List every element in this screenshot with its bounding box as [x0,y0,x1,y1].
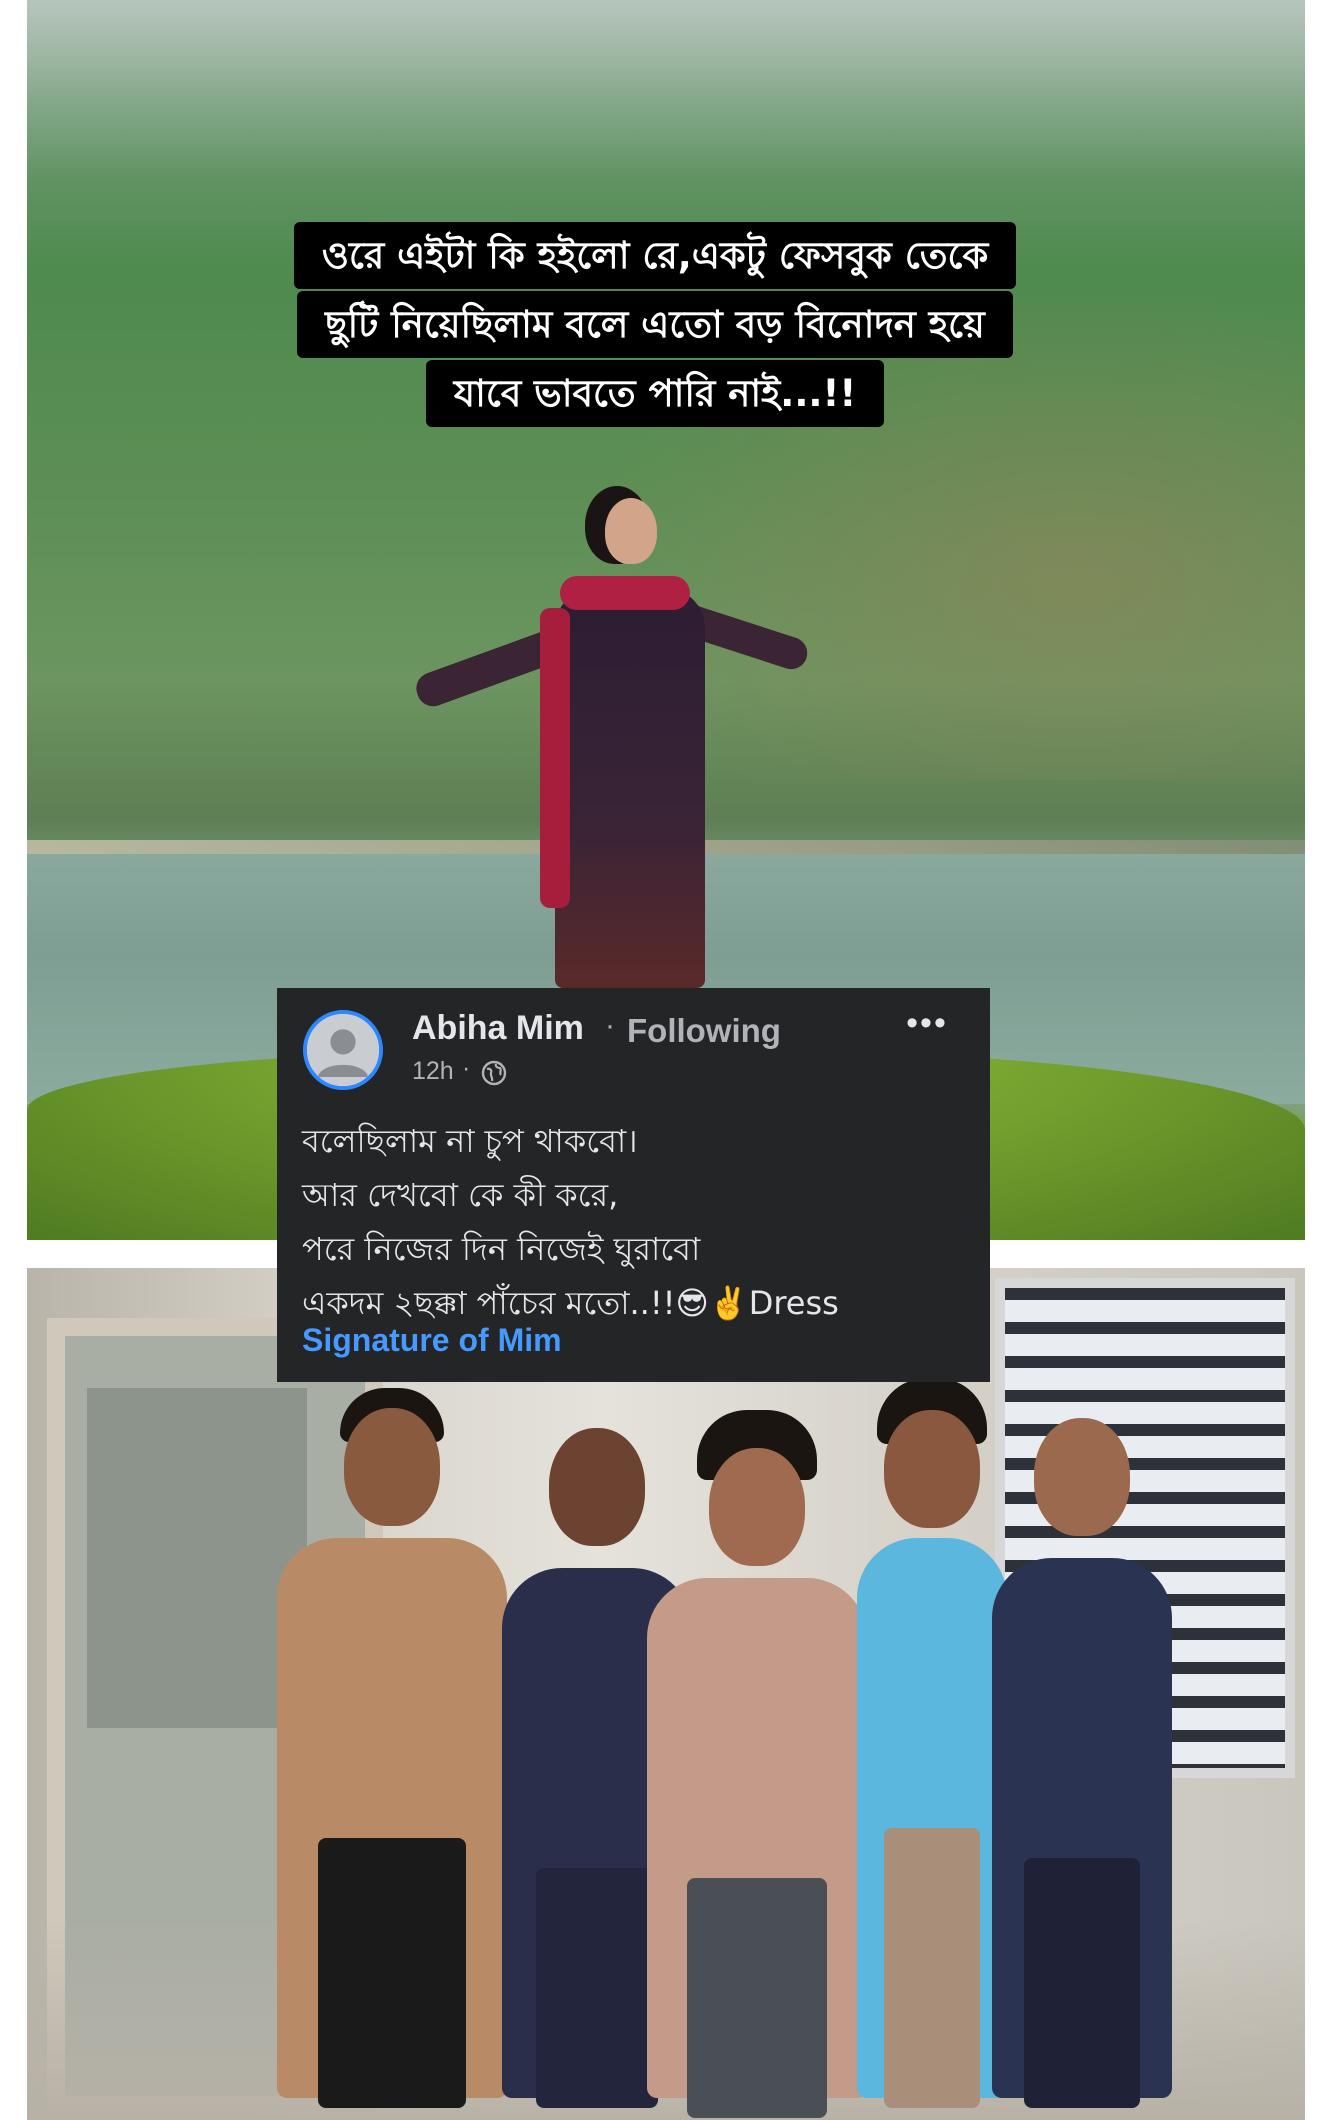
globe-icon [481,1060,507,1086]
facebook-post-card: Abiha Mim · Following 12h · ••• বলেছিলাম… [277,988,990,1382]
post-body-line-1: বলেছিলাম না চুপ থাকবো। [302,1122,638,1160]
person-blue-jersey [857,1378,1007,2108]
person-left-head [344,1408,440,1526]
person-center-head [709,1448,805,1566]
more-options-icon[interactable]: ••• [900,1006,954,1044]
woman-dress [555,588,705,988]
woman-figure [405,498,825,998]
person-left-legs [318,1838,466,2108]
avatar[interactable] [303,1010,383,1090]
police-officer-back-head [549,1428,645,1546]
person-blue-jersey-head [884,1410,980,1528]
woman-dupatta [540,608,570,908]
police-officer-right-head [1034,1418,1130,1536]
caption-line-1: ওরে এইটা কি হইলো রে,একটু ফেসবুক তেকে [293,222,1017,289]
time-separator: · [462,1054,471,1082]
post-tag-link[interactable]: Signature of Mim [302,1322,562,1359]
caption-line-2: ছুটি নিয়েছিলাম বলে এতো বড় বিনোদন হয়ে [297,291,1013,358]
meme-caption: ওরে এইটা কি হইলো রে,একটু ফেসবুক তেকে ছুট… [245,222,1065,429]
police-officer-back-legs [536,1868,658,2108]
post-author-name[interactable]: Abiha Mim [412,1009,584,1048]
default-avatar-icon [307,1014,379,1086]
person-center-legs [686,1878,828,2118]
police-officer-right-legs [1024,1858,1140,2108]
door-glass [87,1388,307,1728]
police-officer-right [992,1418,1172,2108]
post-body-line-3: পরে নিজের দিন নিজেই ঘুরাবো [302,1230,701,1268]
woman-scarf [560,576,690,610]
post-timestamp[interactable]: 12h [412,1057,454,1086]
mountain-haze [27,0,1305,180]
woman-head [605,498,657,564]
name-separator: · [605,1009,615,1042]
person-left [277,1388,507,2108]
following-button[interactable]: Following [627,1012,781,1050]
person-center [647,1410,867,2118]
person-blue-jersey-legs [884,1828,980,2108]
caption-line-3: যাবে ভাবতে পারি নাই...!! [425,360,885,427]
bottom-photo [27,1268,1305,2120]
post-body: বলেছিলাম না চুপ থাকবো। আর দেখবো কে কী কর… [302,1114,962,1330]
post-body-line-2: আর দেখবো কে কী করে, [302,1176,619,1214]
